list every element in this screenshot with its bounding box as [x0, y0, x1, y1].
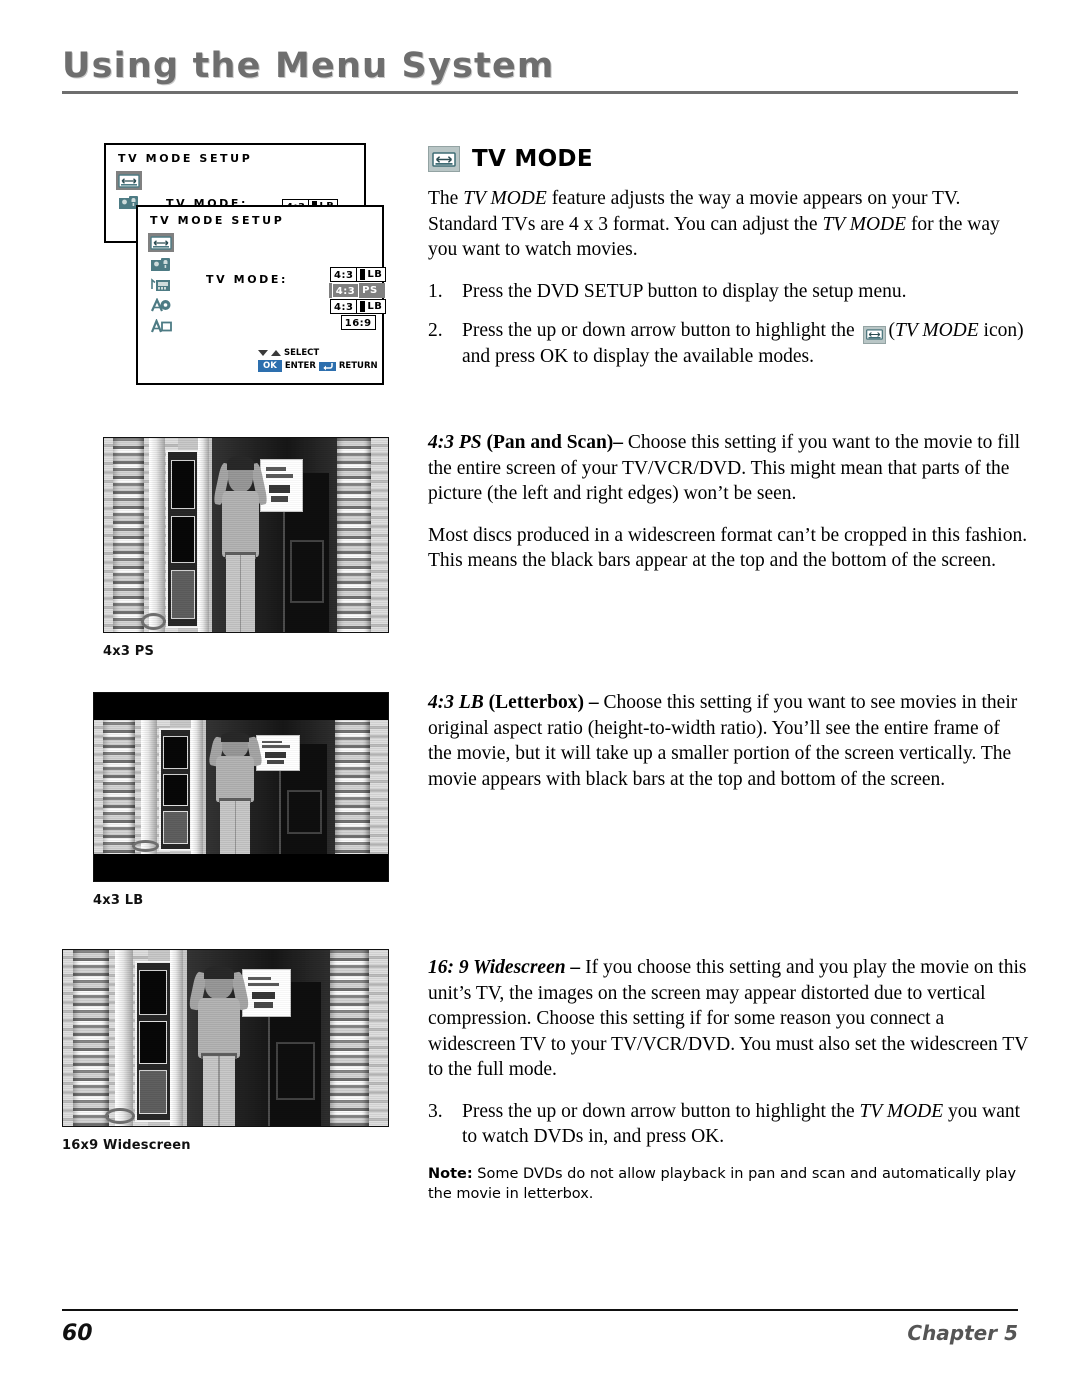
step-3: 3. Press the up or down arrow button to … — [428, 1099, 1028, 1150]
photo-scene — [63, 950, 388, 1126]
osd-option-list[interactable]: 4:3 LB 4:3 PS 4:3 LB 16:9 — [328, 267, 387, 330]
osd-option-ratio: 4:3 — [330, 299, 358, 314]
note-block: Note: Some DVDs do not allow playback in… — [428, 1164, 1028, 1204]
tv-photo-viewport — [104, 438, 388, 632]
ps-paragraph-2: Most discs produced in a widescreen form… — [428, 524, 1028, 572]
footer-rule — [62, 1309, 1018, 1311]
lb-lead-emphasis: 4:3 LB — [428, 692, 484, 713]
intro-emphasis-2: TV MODE — [822, 213, 907, 235]
osd-option-ratio: 4:3 — [331, 283, 360, 298]
lb-lead-bold: (Letterbox) – — [483, 692, 599, 713]
page-header: Using the Menu System — [62, 48, 1018, 94]
osd-legend-select-row: SELECT — [258, 348, 378, 358]
figure-caption: 4x3 LB — [93, 893, 144, 908]
step-text: Press the DVD SETUP button to display th… — [462, 280, 907, 302]
header-rule — [62, 90, 1018, 94]
ps-lead-bold: (Pan and Scan)– — [481, 432, 624, 453]
section-title: TV MODE — [472, 146, 593, 172]
ws-paragraph: 16: 9 Widescreen – If you choose this se… — [428, 957, 1028, 1080]
step-text: Press the up or down arrow button to hig… — [462, 1100, 1021, 1148]
step-text: Press the up or down arrow button to hig… — [462, 320, 1024, 367]
tv-photo-frame — [62, 949, 389, 1127]
osd-legend-select-label: SELECT — [284, 348, 320, 358]
osd-menu-illustration: TV MODE SETUP TV MODE: TV MODE SETUP TV … — [104, 143, 387, 385]
widescreen-description: 16: 9 Widescreen – If you choose this se… — [428, 955, 1028, 1204]
tv-photo-frame — [93, 692, 389, 882]
step-number: 3. — [428, 1100, 443, 1122]
osd-legend-return-label: RETURN — [338, 361, 378, 371]
parental-lock-icon[interactable] — [148, 254, 174, 273]
figure-caption: 16x9 Widescreen — [62, 1138, 191, 1153]
osd-front-heading: TV MODE SETUP — [150, 214, 285, 227]
osd-front-field-label: TV MODE: — [206, 273, 288, 286]
tv-photo-widescreen: 16x9 Widescreen — [62, 949, 389, 1153]
osd-option-ratio: 4:3 — [330, 267, 358, 282]
osd-legend-enter-label: ENTER — [284, 361, 316, 371]
note-text: Some DVDs do not allow playback in pan a… — [428, 1165, 1017, 1202]
language-audio-icon[interactable] — [148, 296, 174, 315]
arrow-up-icon — [271, 350, 281, 356]
page-title: Using the Menu System — [62, 46, 555, 86]
ok-button-badge[interactable]: OK — [258, 360, 282, 372]
photo-scene — [94, 720, 388, 854]
step-2: 2. Press the up or down arrow button to … — [428, 318, 1024, 369]
letterbox-description: 4:3 LB (Letterbox) – Choose this setting… — [428, 690, 1028, 808]
intro-paragraph: The TV MODE feature adjusts the way a mo… — [428, 188, 1000, 260]
tv-mode-icon — [428, 146, 460, 172]
osd-option-mode: PS — [359, 283, 382, 298]
ps-lead-emphasis: 4:3 PS — [428, 432, 482, 453]
page-number: 60 — [62, 1321, 93, 1346]
lb-paragraph: 4:3 LB (Letterbox) – Choose this setting… — [428, 692, 1018, 790]
osd-option-0[interactable]: 4:3 LB — [330, 267, 387, 282]
pan-and-scan-description: 4:3 PS (Pan and Scan)– Choose this setti… — [428, 430, 1028, 590]
osd-dialog-front: TV MODE SETUP TV MODE: 4:3 LB 4:3 PS 4:3… — [136, 205, 387, 385]
tv-photo-viewport — [63, 950, 388, 1126]
osd-option-mode: LB — [357, 267, 387, 282]
tv-photo-viewport — [94, 720, 388, 854]
subtitle-icon[interactable] — [148, 317, 174, 336]
osd-back-heading: TV MODE SETUP — [118, 152, 253, 165]
osd-option-1[interactable]: 4:3 PS — [328, 283, 385, 298]
tv-mode-section: TV MODE The TV MODE feature adjusts the … — [428, 146, 1024, 383]
audio-setup-icon[interactable] — [148, 275, 174, 294]
ps-paragraph-1: 4:3 PS (Pan and Scan)– Choose this setti… — [428, 432, 1021, 504]
tv-photo-pan-and-scan: 4x3 PS — [103, 437, 389, 659]
letterbox-bar-icon — [360, 269, 366, 280]
return-arrow-icon[interactable] — [318, 361, 336, 371]
tv-mode-icon — [862, 325, 886, 344]
osd-legend-enter-row: OK ENTER RETURN — [258, 360, 378, 372]
tv-mode-icon[interactable] — [148, 233, 174, 252]
osd-option-2[interactable]: 4:3 LB — [330, 299, 387, 314]
letterbox-bar-icon — [360, 301, 366, 312]
osd-front-icon-column — [148, 233, 174, 336]
step-1: 1. Press the DVD SETUP button to display… — [428, 279, 1024, 305]
step-emphasis: TV MODE — [895, 320, 979, 341]
tv-photo-frame — [103, 437, 389, 633]
osd-option-ratio: 16:9 — [340, 315, 376, 330]
section-header: TV MODE — [428, 146, 1024, 172]
tv-mode-icon[interactable] — [116, 171, 142, 190]
step-number: 2. — [428, 320, 443, 341]
figure-caption: 4x3 PS — [103, 644, 155, 659]
step-emphasis: TV MODE — [859, 1100, 944, 1122]
intro-emphasis-1: TV MODE — [463, 188, 547, 209]
note-label: Note: — [428, 1165, 473, 1182]
arrow-down-icon — [258, 350, 268, 356]
osd-option-mode: LB — [357, 299, 387, 314]
photo-scene — [104, 438, 388, 632]
tv-photo-letterbox: 4x3 LB — [93, 692, 389, 908]
chapter-label: Chapter 5 — [907, 1321, 1018, 1345]
osd-legend: SELECT OK ENTER RETURN — [258, 348, 378, 374]
step-number: 1. — [428, 280, 443, 302]
ws-lead-emphasis: 16: 9 Widescreen – — [428, 957, 581, 978]
osd-option-3[interactable]: 16:9 — [340, 315, 376, 330]
page-footer: 60 Chapter 5 — [62, 1309, 1018, 1346]
